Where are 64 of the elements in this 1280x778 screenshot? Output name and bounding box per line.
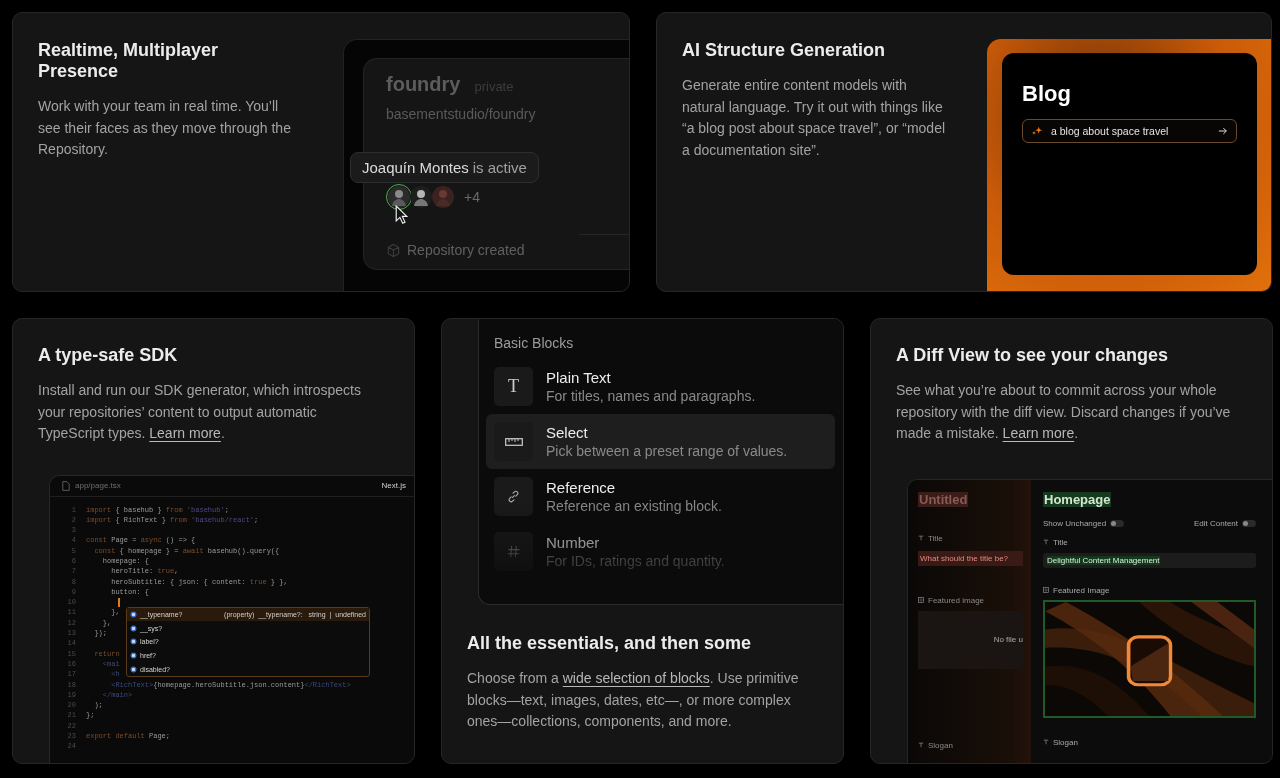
ruler-icon <box>504 437 523 446</box>
property-icon <box>130 624 137 632</box>
added-value: Delightful Content Management <box>1047 555 1160 565</box>
property-icon <box>130 666 137 674</box>
block-option[interactable]: Number For IDs, ratings and quantity. <box>486 524 835 579</box>
user-name: Joaquín Montes <box>362 159 469 176</box>
avatar[interactable] <box>408 184 434 210</box>
cube-icon <box>386 242 401 258</box>
card-description: Install and run our SDK generator, which introspects your repositories’ content to output automatic TypeScript types. Learn more. <box>38 381 362 443</box>
field-label: Title <box>928 533 943 543</box>
block-option[interactable]: Select Pick between a preset range of values. <box>486 414 835 469</box>
image-type-icon <box>1043 587 1049 593</box>
toggle-switch[interactable] <box>1110 520 1125 527</box>
empty-state-text: No file u <box>993 635 1023 644</box>
learn-more-link[interactable]: Learn more <box>149 425 221 441</box>
added-heading: Homepage <box>1043 491 1112 507</box>
prompt-field[interactable]: a blog about space travel <box>1022 119 1237 143</box>
image-type-icon <box>918 597 924 603</box>
more-count: +4 <box>464 189 480 205</box>
file-icon <box>62 480 70 491</box>
card-description: Generate entire content models with natural language. Try it out with things like “a blog post about space travel”, or “model a documentation site”. <box>682 76 947 160</box>
field-label: Title <box>1053 537 1068 547</box>
card-title: All the essentials, and then some <box>467 633 753 654</box>
toggle-label: Edit Content <box>1193 519 1238 528</box>
field-label: Featured image <box>928 595 985 605</box>
preview-heading: Blog <box>1022 81 1072 107</box>
cursor-icon <box>395 205 408 224</box>
text-field[interactable]: Delightful Content Management <box>1043 552 1256 568</box>
framework-label: Next.js <box>381 481 406 490</box>
card-description: Choose from a wide selection of blocks. Use primitive blocks—text, images, dates, etc—, or more complex ones—collections, components, and more. <box>467 669 800 731</box>
file-name: app/page.tsx <box>75 481 122 490</box>
block-option[interactable]: Reference Reference an existing block. <box>486 469 835 524</box>
section-heading: Basic Blocks <box>493 335 575 351</box>
property-icon <box>130 610 137 618</box>
link-icon <box>506 489 521 504</box>
field-label: Slogan <box>928 740 953 750</box>
text-type-icon <box>918 535 924 541</box>
block-option[interactable]: T Plain Text For titles, names and paragraphs. <box>486 359 835 414</box>
text-type-icon <box>1043 739 1049 745</box>
toggle-switch[interactable] <box>1242 520 1256 527</box>
status-text: is active <box>472 159 527 176</box>
arrow-icon <box>1218 126 1228 136</box>
learn-more-link[interactable]: Learn more <box>1002 425 1075 441</box>
card-description: See what you’re about to commit across your whole repository with the diff view. Discard changes if you’ve made a mistake. Learn more. <box>896 381 1232 443</box>
blocks-link[interactable]: wide selection of blocks <box>562 670 710 686</box>
hash-icon <box>506 544 521 559</box>
text-type-icon <box>918 742 924 748</box>
repository-name: foundry <box>386 73 461 96</box>
toggle-label: Show Unchanged <box>1043 519 1107 528</box>
field-label: Featured Image <box>1053 585 1110 595</box>
text-type-icon <box>1043 539 1049 545</box>
removed-value: What should the title be? <box>918 550 1023 566</box>
text-icon: T <box>508 376 519 397</box>
event-text: Repository created <box>407 242 525 258</box>
property-icon <box>130 638 137 646</box>
repository-path: basementstudio/foundry <box>386 106 537 122</box>
card-description: Work with your team in real time. You’ll see their faces as they move through the Repository. <box>38 97 292 159</box>
field-label: Slogan <box>1053 737 1078 747</box>
removed-heading: Untitled <box>918 491 969 507</box>
card-title: A Diff View to see your changes <box>896 345 1170 366</box>
card-title: AI Structure Generation <box>682 40 887 61</box>
property-icon <box>130 652 137 660</box>
card-title: Realtime, Multiplayer Presence <box>38 40 220 82</box>
card-title: A type-safe SDK <box>38 345 179 366</box>
